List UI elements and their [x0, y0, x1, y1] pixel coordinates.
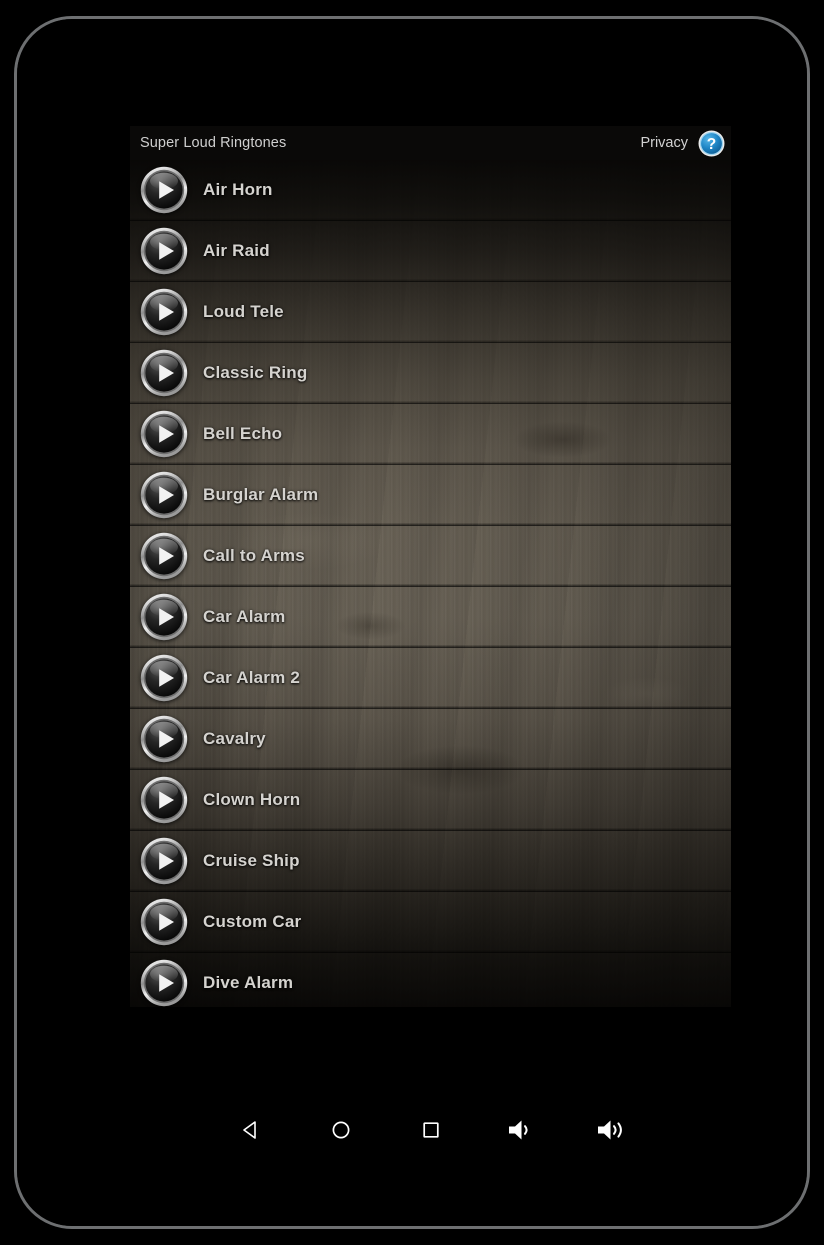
ringtone-row[interactable]: Custom Car	[130, 892, 731, 953]
play-circle-icon[interactable]	[140, 349, 188, 397]
ringtone-list[interactable]: Air Horn Air Raid Loud Tele Classic Ring Bel…	[130, 160, 731, 1007]
ringtone-label: Burglar Alarm	[203, 485, 319, 504]
ringtone-row[interactable]: Car Alarm	[130, 587, 731, 648]
svg-text:?: ?	[707, 136, 716, 153]
ringtone-label: Classic Ring	[203, 363, 308, 382]
play-circle-icon[interactable]	[140, 654, 188, 702]
play-circle-icon[interactable]	[140, 471, 188, 519]
play-circle-icon[interactable]	[140, 532, 188, 580]
ringtone-row[interactable]: Air Horn	[130, 160, 731, 221]
ringtone-row[interactable]: Clown Horn	[130, 770, 731, 831]
ringtone-row[interactable]: Cavalry	[130, 709, 731, 770]
play-circle-icon[interactable]	[140, 837, 188, 885]
ringtone-rows: Air Horn Air Raid Loud Tele Classic Ring Bel…	[130, 160, 731, 1007]
volume-low-icon	[509, 1120, 528, 1140]
ringtone-label: Custom Car	[203, 912, 302, 931]
ringtone-row[interactable]: Loud Tele	[130, 282, 731, 343]
ringtone-label: Dive Alarm	[203, 973, 294, 992]
ringtone-row[interactable]: Car Alarm 2	[130, 648, 731, 709]
ringtone-row[interactable]: Cruise Ship	[130, 831, 731, 892]
ringtone-label: Bell Echo	[203, 424, 283, 443]
ringtone-row[interactable]: Burglar Alarm	[130, 465, 731, 526]
device-frame: Super Loud Ringtones Privacy ? Air Horn …	[14, 16, 810, 1229]
ringtone-label: Call to Arms	[203, 546, 305, 565]
play-circle-icon[interactable]	[140, 593, 188, 641]
play-circle-icon[interactable]	[140, 166, 188, 214]
play-circle-icon[interactable]	[140, 410, 188, 458]
ringtone-row[interactable]: Air Raid	[130, 221, 731, 282]
ringtone-row[interactable]: Classic Ring	[130, 343, 731, 404]
ringtone-row[interactable]: Dive Alarm	[130, 953, 731, 1007]
ringtone-label: Car Alarm	[203, 607, 286, 626]
ringtone-label: Cruise Ship	[203, 851, 300, 870]
play-circle-icon[interactable]	[140, 715, 188, 763]
play-circle-icon[interactable]	[140, 227, 188, 275]
volume-up-button[interactable]	[566, 1104, 656, 1156]
ringtone-label: Loud Tele	[203, 302, 284, 321]
recents-square-icon	[423, 1122, 439, 1138]
ringtone-label: Car Alarm 2	[203, 668, 301, 687]
app-title: Super Loud Ringtones	[140, 135, 287, 151]
ringtone-label: Clown Horn	[203, 790, 301, 809]
volume-down-button[interactable]	[476, 1104, 566, 1156]
play-circle-icon[interactable]	[140, 776, 188, 824]
ringtone-row[interactable]: Call to Arms	[130, 526, 731, 587]
app-title-bar: Super Loud Ringtones Privacy ?	[130, 126, 731, 160]
ringtone-row[interactable]: Bell Echo	[130, 404, 731, 465]
device-screen: Super Loud Ringtones Privacy ? Air Horn …	[17, 19, 807, 1226]
play-circle-icon[interactable]	[140, 288, 188, 336]
recents-button[interactable]	[386, 1104, 476, 1156]
system-nav-bar	[130, 1104, 731, 1156]
home-circle-icon	[332, 1121, 350, 1139]
volume-high-icon	[598, 1120, 622, 1140]
ringtone-label: Air Raid	[203, 241, 270, 260]
home-button[interactable]	[296, 1104, 386, 1156]
play-circle-icon[interactable]	[140, 959, 188, 1007]
app-window: Super Loud Ringtones Privacy ? Air Horn …	[130, 126, 731, 1007]
back-button[interactable]	[206, 1104, 296, 1156]
privacy-link[interactable]: Privacy	[640, 135, 688, 151]
help-circle-icon[interactable]: ?	[698, 130, 725, 157]
play-circle-icon[interactable]	[140, 898, 188, 946]
ringtone-label: Cavalry	[203, 729, 266, 748]
back-triangle-icon	[243, 1121, 256, 1139]
ringtone-label: Air Horn	[203, 180, 273, 199]
